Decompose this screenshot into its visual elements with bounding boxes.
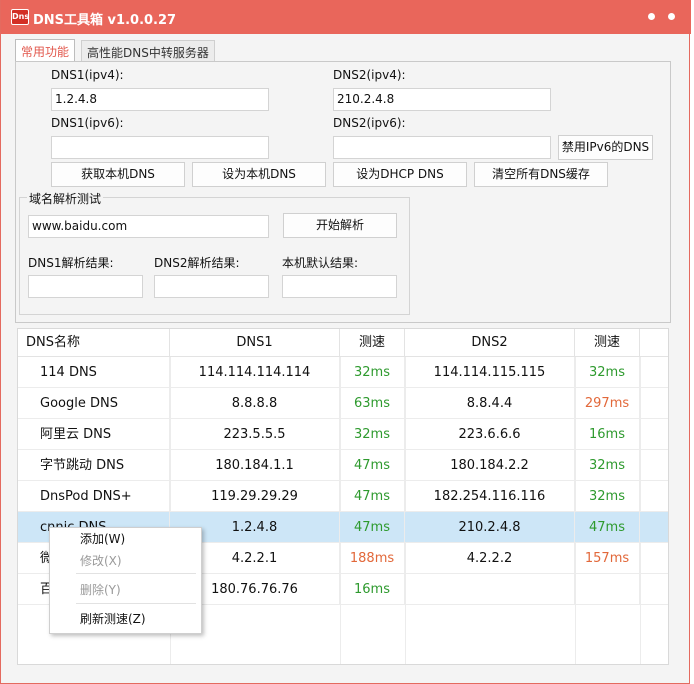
cell-speed1: 47ms <box>340 450 405 481</box>
get-local-dns-button[interactable]: 获取本机DNS <box>51 162 185 187</box>
set-dhcp-dns-button[interactable]: 设为DHCP DNS <box>333 162 467 187</box>
domain-input[interactable]: www.baidu.com <box>28 215 269 238</box>
window-title: DNS工具箱 v1.0.0.27 <box>33 13 177 28</box>
cell-speed1: 32ms <box>340 357 405 388</box>
cell-dns-name: 阿里云 DNS <box>18 419 170 450</box>
cell-speed2: 47ms <box>575 512 640 543</box>
local-result-label: 本机默认结果: <box>282 256 359 270</box>
disable-ipv6-dns-button[interactable]: 禁用IPv6的DNS <box>558 135 653 160</box>
cell-dns1: 223.5.5.5 <box>170 419 340 450</box>
cell-speed2: 32ms <box>575 481 640 512</box>
start-resolve-button[interactable]: 开始解析 <box>283 213 397 238</box>
cell-dns-name: DnsPod DNS+ <box>18 481 170 512</box>
menu-separator <box>76 573 196 574</box>
table-row[interactable]: DnsPod DNS+ 119.29.29.29 47ms 182.254.116.1… <box>18 481 668 512</box>
cell-dns1: 8.8.8.8 <box>170 388 340 419</box>
local-result-field[interactable] <box>282 275 397 298</box>
dns1-ipv4-input[interactable]: 1.2.4.8 <box>51 88 269 111</box>
cell-dns2: 182.254.116.116 <box>405 481 575 512</box>
app-window: Dns DNS工具箱 v1.0.0.27 常用功能 高性能DNS中转服务器 DN… <box>0 0 691 684</box>
flush-dns-cache-button[interactable]: 清空所有DNS缓存 <box>474 162 608 187</box>
table-row[interactable]: 114 DNS 114.114.114.114 32ms 114.114.115.11… <box>18 357 668 388</box>
dns1-result-field[interactable] <box>28 275 143 298</box>
menu-separator <box>76 603 196 604</box>
cell-speed1: 32ms <box>340 419 405 450</box>
header-dns1[interactable]: DNS1 <box>170 329 340 357</box>
cell-dns2: 8.8.4.4 <box>405 388 575 419</box>
cell-dns2: 114.114.115.115 <box>405 357 575 388</box>
resolve-test-title: 域名解析测试 <box>27 190 104 207</box>
tab-dns-relay-server[interactable]: 高性能DNS中转服务器 <box>81 40 215 62</box>
menu-item-add[interactable]: 添加(W) <box>80 530 125 547</box>
dns2-ipv6-input[interactable] <box>333 136 551 159</box>
cell-speed2: 157ms <box>575 543 640 574</box>
dns2-result-label: DNS2解析结果: <box>154 256 240 270</box>
table-row[interactable]: Google DNS 8.8.8.8 63ms 8.8.4.4 297ms <box>18 388 668 419</box>
table-row[interactable]: 阿里云 DNS 223.5.5.5 32ms 223.6.6.6 16ms <box>18 419 668 450</box>
cell-dns2: 210.2.4.8 <box>405 512 575 543</box>
cell-dns1: 180.184.1.1 <box>170 450 340 481</box>
minimize-button[interactable] <box>648 13 655 20</box>
menu-item-refresh-speed[interactable]: 刷新测速(Z) <box>80 610 146 627</box>
cell-dns1: 119.29.29.29 <box>170 481 340 512</box>
app-logo: Dns <box>11 9 29 25</box>
dns1-ipv6-input[interactable] <box>51 136 269 159</box>
dns1-result-label: DNS1解析结果: <box>28 256 114 270</box>
header-dns2[interactable]: DNS2 <box>405 329 575 357</box>
menu-item-edit[interactable]: 修改(X) <box>80 552 122 569</box>
table-header: DNS名称 DNS1 测速 DNS2 测速 <box>18 329 668 357</box>
dns2-ipv6-label: DNS2(ipv6): <box>333 116 406 130</box>
cell-speed2: 32ms <box>575 450 640 481</box>
dns2-ipv4-label: DNS2(ipv4): <box>333 68 406 82</box>
title-bar[interactable]: Dns DNS工具箱 v1.0.0.27 <box>1 0 691 34</box>
dns1-ipv6-label: DNS1(ipv6): <box>51 116 124 130</box>
cell-dns1: 114.114.114.114 <box>170 357 340 388</box>
cell-speed2 <box>575 574 640 605</box>
cell-speed2: 297ms <box>575 388 640 419</box>
dns2-ipv4-input[interactable]: 210.2.4.8 <box>333 88 551 111</box>
cell-speed2: 32ms <box>575 357 640 388</box>
set-local-dns-button[interactable]: 设为本机DNS <box>192 162 326 187</box>
cell-dns-name: 114 DNS <box>18 357 170 388</box>
cell-dns2: 180.184.2.2 <box>405 450 575 481</box>
cell-speed1: 188ms <box>340 543 405 574</box>
table-row[interactable]: 字节跳动 DNS 180.184.1.1 47ms 180.184.2.2 32ms <box>18 450 668 481</box>
cell-speed1: 16ms <box>340 574 405 605</box>
dns1-ipv4-label: DNS1(ipv4): <box>51 68 124 82</box>
cell-dns-name: Google DNS <box>18 388 170 419</box>
cell-dns-name: 字节跳动 DNS <box>18 450 170 481</box>
dns2-result-field[interactable] <box>154 275 269 298</box>
header-speed2[interactable]: 测速 <box>575 329 640 357</box>
cell-speed2: 16ms <box>575 419 640 450</box>
header-speed1[interactable]: 测速 <box>340 329 405 357</box>
close-button[interactable] <box>668 13 675 20</box>
cell-speed1: 63ms <box>340 388 405 419</box>
cell-speed1: 47ms <box>340 512 405 543</box>
header-dns-name[interactable]: DNS名称 <box>18 329 170 357</box>
cell-speed1: 47ms <box>340 481 405 512</box>
cell-dns2: 223.6.6.6 <box>405 419 575 450</box>
cell-dns2: 4.2.2.2 <box>405 543 575 574</box>
context-menu: 添加(W) 修改(X) 删除(Y) 刷新测速(Z) <box>49 527 202 634</box>
tab-common-functions[interactable]: 常用功能 <box>15 39 76 63</box>
menu-item-delete[interactable]: 删除(Y) <box>80 581 121 598</box>
cell-dns2 <box>405 574 575 605</box>
